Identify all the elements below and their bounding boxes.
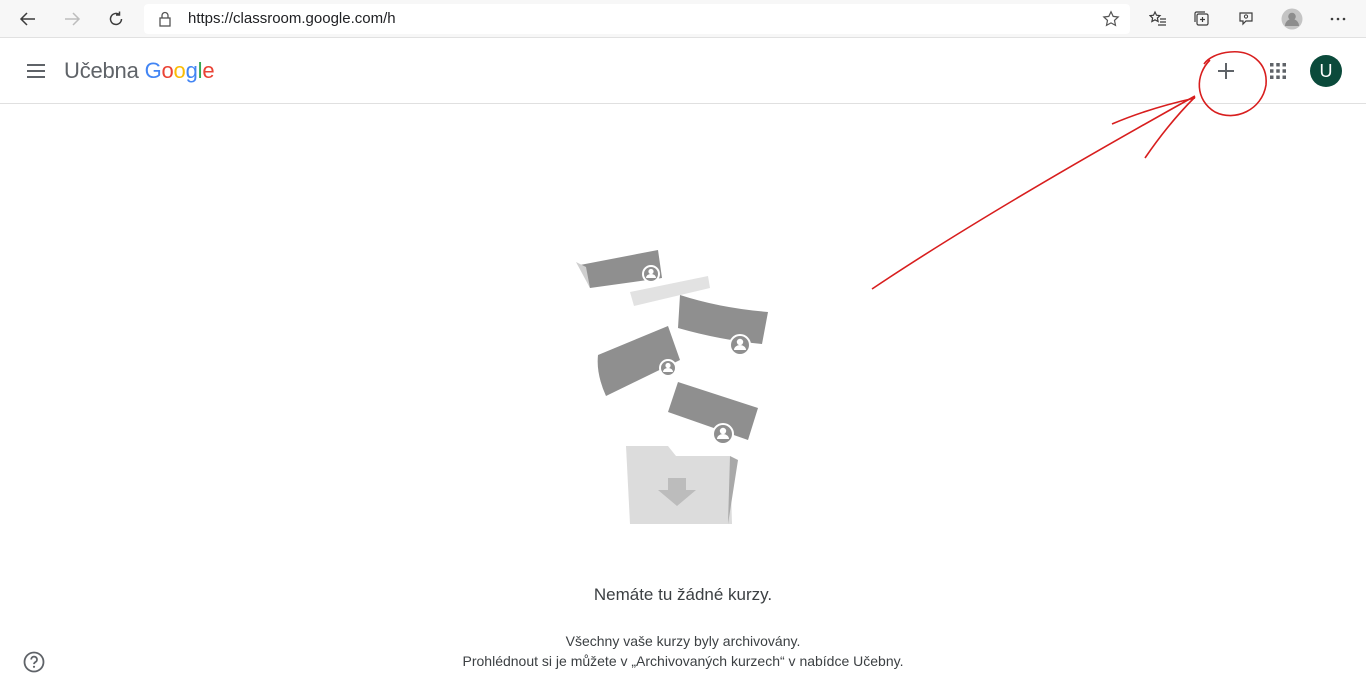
more-icon bbox=[1330, 17, 1346, 21]
help-button[interactable] bbox=[22, 650, 46, 674]
collections-icon bbox=[1194, 11, 1209, 26]
reload-icon bbox=[109, 11, 123, 26]
apps-grid-icon bbox=[1270, 63, 1286, 79]
help-icon bbox=[23, 651, 45, 673]
lock-icon bbox=[159, 11, 171, 27]
brand-letter: G bbox=[144, 58, 162, 83]
profile-button[interactable] bbox=[1276, 3, 1308, 35]
favorite-star-icon[interactable] bbox=[1102, 10, 1120, 28]
brand-letter: g bbox=[185, 58, 198, 83]
plus-icon bbox=[1218, 63, 1234, 79]
forward-icon bbox=[65, 12, 81, 26]
flying-card-shape bbox=[678, 295, 768, 344]
main-menu-button[interactable] bbox=[20, 55, 52, 87]
google-apps-button[interactable] bbox=[1260, 53, 1296, 89]
favorites-list-icon bbox=[1149, 10, 1166, 26]
empty-state-description: Všechny vaše kurzy byly archivovány. bbox=[565, 633, 801, 649]
more-button[interactable] bbox=[1322, 3, 1354, 35]
brand-word: Učebna bbox=[64, 58, 139, 83]
app-header: Učebna Google U bbox=[0, 38, 1366, 104]
browser-toolbar: https://classroom.google.com/h bbox=[0, 0, 1366, 38]
annotation-arrow bbox=[871, 95, 1196, 290]
back-button[interactable] bbox=[12, 3, 44, 35]
back-icon bbox=[19, 12, 35, 26]
feedback-icon bbox=[1239, 12, 1253, 26]
favorites-button[interactable] bbox=[1142, 3, 1174, 35]
reload-button[interactable] bbox=[100, 3, 132, 35]
account-avatar[interactable]: U bbox=[1310, 55, 1342, 87]
profile-icon bbox=[1281, 8, 1303, 30]
brand-letter: e bbox=[202, 58, 215, 83]
feedback-button[interactable] bbox=[1230, 3, 1262, 35]
brand-letter: o bbox=[173, 58, 186, 83]
empty-state-hint: Prohlédnout si je můžete v „Archivovanýc… bbox=[462, 653, 904, 669]
create-or-join-class-button[interactable] bbox=[1206, 51, 1246, 91]
url-text[interactable]: https://classroom.google.com/h bbox=[188, 10, 396, 27]
app-logo[interactable]: Učebna Google bbox=[64, 57, 215, 85]
arrow-head-line bbox=[1144, 96, 1196, 159]
archived-classes-illustration bbox=[576, 250, 768, 524]
address-bar[interactable]: https://classroom.google.com/h bbox=[144, 4, 1130, 34]
brand-letter: o bbox=[161, 58, 174, 83]
forward-button[interactable] bbox=[56, 3, 88, 35]
empty-state-title: Nemáte tu žádné kurzy. bbox=[593, 585, 773, 604]
hamburger-menu-icon bbox=[27, 64, 45, 78]
collections-button[interactable] bbox=[1186, 3, 1218, 35]
